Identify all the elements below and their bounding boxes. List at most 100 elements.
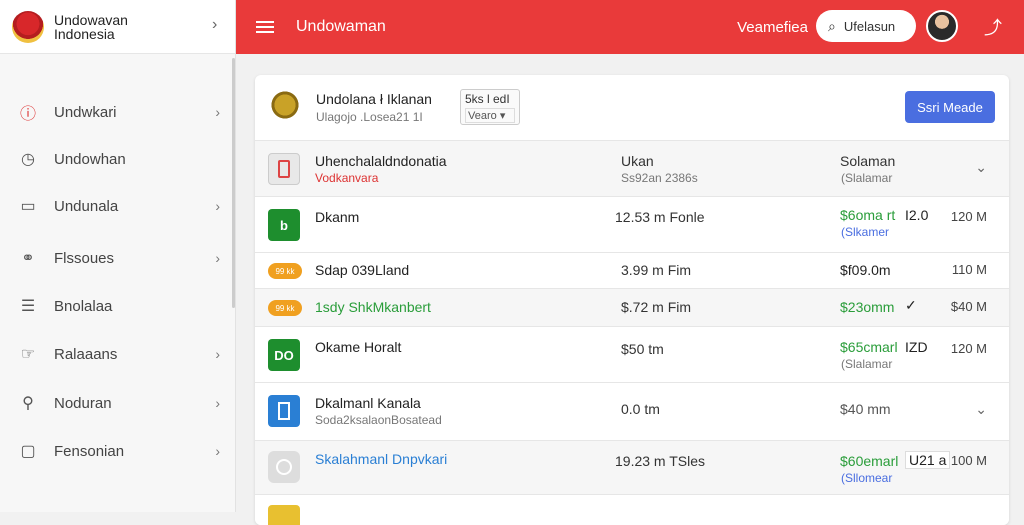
row-pill: 99 kk	[268, 300, 302, 316]
document-icon: ☰	[20, 298, 36, 315]
avatar[interactable]	[926, 10, 958, 42]
row-col3: $23omm	[840, 299, 895, 315]
row-col3: Solaman	[840, 153, 896, 169]
select-value: 5ks l edI	[465, 92, 510, 106]
sidebar-item-6[interactable]: ☞ Ralaaans ›	[0, 332, 232, 376]
user-icon: ⚲	[22, 395, 34, 412]
search-label: Ufelasun	[843, 18, 896, 34]
sidebar-item-label: Undwkari	[54, 103, 117, 121]
chevron-right-icon: ›	[215, 198, 220, 214]
users-icon: ⚭	[21, 250, 35, 267]
table-row[interactable]: b Dkanm 12.53 m Fonle $6oma rt (Slkamer …	[255, 197, 1009, 253]
row-col3: $40 mm	[840, 401, 891, 417]
chevron-right-icon: ›	[215, 104, 220, 120]
table-row[interactable]: Uhenchalaldndonatia Vodkanvara Ukan Ss92…	[255, 141, 1009, 197]
card-header: Undolana ł Iklanan Ulagojo .Losea21 1I 5…	[255, 75, 1009, 141]
brand-header[interactable]: Undowavan Indonesia ›	[0, 0, 235, 54]
row-badge: b	[268, 209, 300, 241]
row-col4: $40 M	[950, 299, 987, 314]
row-col3: $6oma rt	[840, 207, 896, 223]
sidebar-scrollbar[interactable]	[232, 58, 235, 308]
sidebar-item-7[interactable]: ⚲ Noduran ›	[0, 381, 232, 425]
row-col3-sub: (Sllomear	[841, 471, 893, 485]
row-col2: Ukan	[621, 153, 654, 169]
row-tag: I2.0	[905, 207, 929, 223]
sidebar: Undowavan Indonesia › ⓘ Undwkari › ◷ Und…	[0, 0, 236, 512]
hand-icon: ☞	[20, 346, 36, 363]
sidebar-item-label: Fensonian	[54, 442, 125, 460]
sidebar-item-label: Undowhan	[54, 150, 126, 168]
row-col2: $.72 m Fim	[621, 299, 692, 315]
chevron-down-icon[interactable]: ⌄	[975, 159, 987, 176]
square-icon: ▢	[20, 443, 36, 460]
sidebar-item-1[interactable]: ⓘ Undwkari ›	[0, 90, 232, 134]
folder-icon	[268, 505, 300, 525]
monitor-icon: ▭	[20, 198, 36, 215]
chevron-down-icon[interactable]: ⌄	[975, 401, 987, 418]
row-col4: 110 M	[951, 262, 987, 277]
row-col2: 3.99 m Fim	[621, 262, 692, 278]
sidebar-item-4[interactable]: ⚭ Flssoues ›	[0, 236, 232, 280]
row-name: Skalahmanl Dnpvkari	[315, 451, 448, 467]
top-app-bar: Undowaman Veamefiea ⌕ Ufelasun ⤴	[236, 0, 1024, 54]
row-col3-sub: (Slalamar	[841, 171, 893, 185]
clock-icon	[268, 451, 300, 483]
sidebar-item-label: Noduran	[54, 394, 112, 412]
row-sub: Soda2ksalaonBosatead	[315, 413, 442, 427]
chevron-down-icon: ▾	[499, 110, 506, 122]
sidebar-item-8[interactable]: ▢ Fensonian ›	[0, 429, 232, 473]
card-title: Undolana ł Iklanan	[316, 91, 432, 107]
select-option[interactable]: Vearo ▾	[465, 108, 515, 123]
row-name: Okame Horalt	[315, 339, 402, 355]
menu-icon[interactable]	[256, 21, 274, 33]
alert-circle-icon: ⓘ	[19, 106, 36, 123]
chevron-right-icon[interactable]: ›	[212, 16, 217, 34]
row-tag: IZD	[905, 339, 928, 355]
row-col4: 120 M	[950, 341, 987, 356]
sidebar-item-label: Flssoues	[54, 249, 115, 267]
sidebar-item-3[interactable]: ▭ Undunala ›	[0, 184, 232, 228]
row-col2: 19.23 m TSles	[615, 453, 706, 469]
card-subtitle: Ulagojo .Losea21 1I	[316, 110, 423, 124]
row-name: Sdap 039Lland	[315, 262, 410, 278]
sidebar-item-5[interactable]: ☰ Bnolalaa	[0, 284, 232, 328]
row-col2-sub: Ss92an 2386s	[621, 171, 698, 185]
row-name: Uhenchalaldndonatia	[315, 153, 447, 169]
sidebar-item-label: Undunala	[54, 197, 119, 215]
brand-name: Undowavan Indonesia	[54, 11, 128, 42]
row-col3: $f09.0m	[840, 262, 891, 278]
row-col3-sub: (Slalamar	[841, 357, 893, 371]
table-row[interactable]: DO Okame Horalt $50 tm $65cmarl (Slalama…	[255, 327, 1009, 383]
chevron-right-icon: ›	[215, 250, 220, 266]
row-sub: Vodkanvara	[315, 171, 379, 185]
table-row[interactable]: Dkalmanl Kanala Soda2ksalaonBosatead 0.0…	[255, 383, 1009, 441]
table-row[interactable]: 99 kk Sdap 039Lland 3.99 m Fim $f09.0m 1…	[255, 253, 1009, 289]
row-col3: $65cmarl	[840, 339, 898, 355]
primary-button[interactable]: Ssri Meade	[905, 91, 995, 123]
row-col2: 0.0 tm	[621, 401, 660, 417]
row-col3-sub: (Slkamer	[841, 225, 890, 239]
row-col4: 100 M	[950, 453, 987, 468]
search-button[interactable]: ⌕ Ufelasun	[816, 10, 916, 42]
document-icon	[268, 395, 300, 427]
garuda-logo-icon	[12, 10, 44, 43]
row-pill: 99 kk	[268, 263, 302, 279]
table-row[interactable]	[255, 495, 1009, 525]
row-tag[interactable]: U21 a	[905, 451, 951, 469]
row-badge: DO	[268, 339, 300, 371]
chevron-right-icon: ›	[215, 443, 220, 459]
table-row[interactable]: Skalahmanl Dnpvkari 19.23 m TSles $60ema…	[255, 441, 1009, 495]
row-col2: 12.53 m Fonle	[615, 209, 705, 225]
row-col2: $50 tm	[621, 341, 664, 357]
table-row[interactable]: 99 kk 1sdy ShkMkanbert $.72 m Fim $23omm…	[255, 289, 1009, 327]
sidebar-item-label: Bnolalaa	[54, 297, 113, 315]
sidebar-item-label: Ralaaans	[54, 345, 118, 363]
chevron-right-icon: ›	[215, 395, 220, 411]
search-icon: ⌕	[828, 17, 836, 34]
sidebar-item-2[interactable]: ◷ Undowhan	[0, 137, 232, 181]
share-icon[interactable]: ⤴	[984, 14, 1002, 40]
check-icon: ✓	[905, 297, 917, 313]
filter-select[interactable]: 5ks l edI Vearo ▾	[460, 89, 520, 125]
row-col3: $60emarl	[840, 453, 899, 469]
topbar-label[interactable]: Veamefiea	[737, 19, 808, 36]
